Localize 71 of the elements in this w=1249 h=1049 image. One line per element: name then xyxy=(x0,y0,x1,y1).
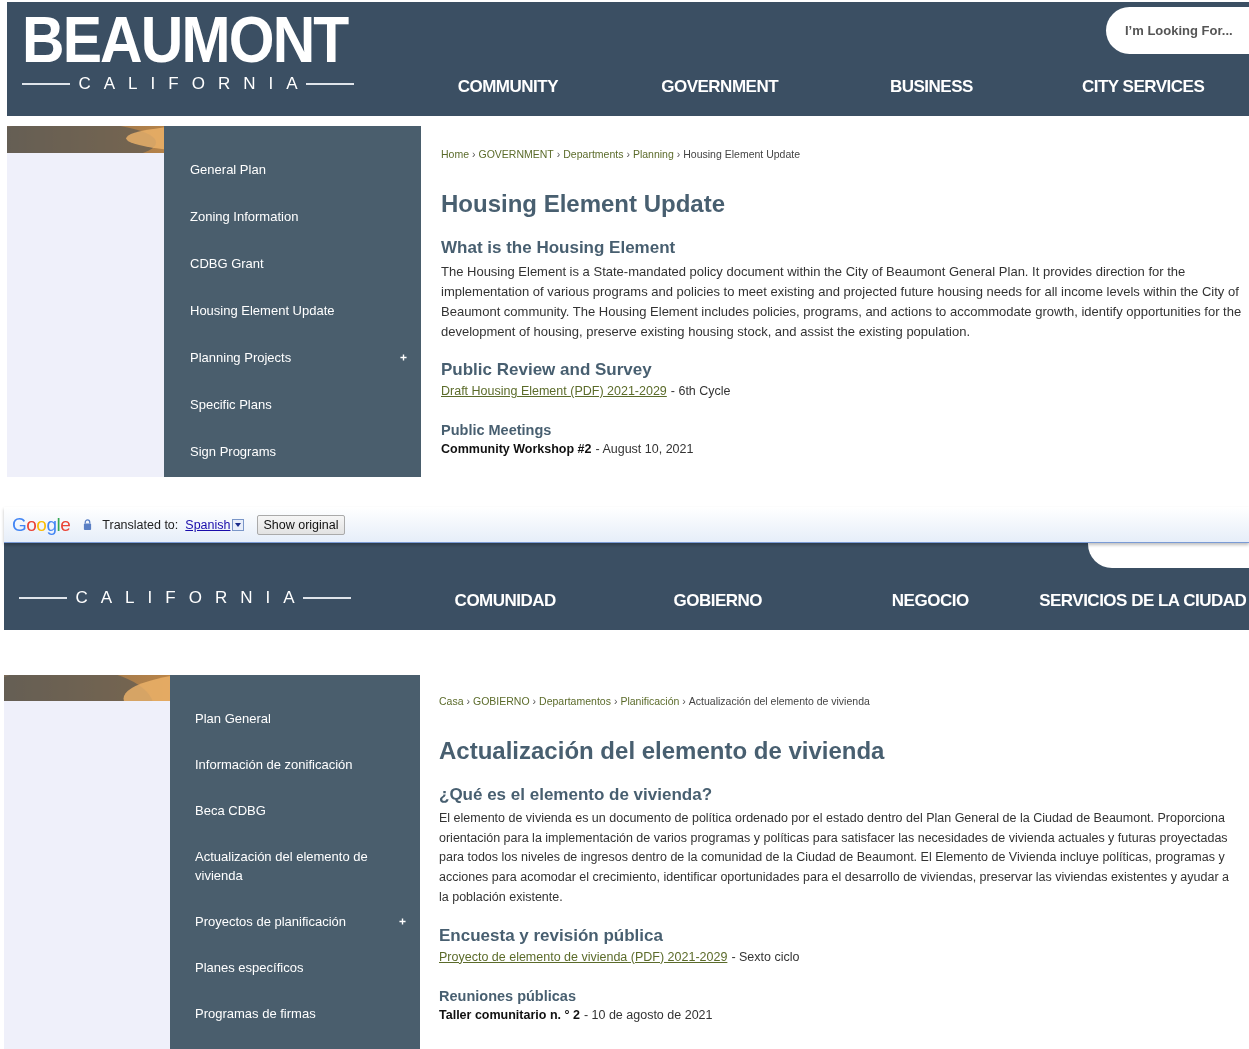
plus-icon xyxy=(399,918,406,925)
nav-link[interactable]: GOVERNMENT xyxy=(661,77,779,97)
search-field[interactable]: I’m Looking For... xyxy=(1106,7,1249,54)
lock-icon xyxy=(83,519,93,530)
breadcrumb-link[interactable]: GOBIERNO xyxy=(473,695,530,707)
event-name: Taller comunitario n. ° 2 xyxy=(439,1007,580,1022)
sidebar-item[interactable]: Información de zonificación xyxy=(195,755,406,774)
breadcrumb-link[interactable]: Departamentos xyxy=(539,695,611,707)
event-name: Community Workshop #2 xyxy=(441,442,592,456)
breadcrumb-link[interactable]: Planificación xyxy=(620,695,680,707)
breadcrumb-separator: › xyxy=(682,695,686,707)
nav-link[interactable]: BUSINESS xyxy=(889,77,973,97)
breadcrumb-separator: › xyxy=(613,695,618,707)
sidebar-item[interactable]: Planes específicos xyxy=(195,958,406,977)
sidebar-item[interactable]: Beca CDBG xyxy=(195,801,406,820)
document-link[interactable]: Draft Housing Element (PDF) 2021-2029 xyxy=(441,384,667,398)
sidebar-item[interactable]: Programas de firmas xyxy=(195,1004,406,1023)
page-title: Actualización del elemento de vivienda xyxy=(439,737,886,765)
breadcrumb-link[interactable]: Casa xyxy=(439,695,464,707)
logo-title: BEAUMONT xyxy=(22,8,349,72)
section-heading: Public Review and Survey xyxy=(441,360,653,380)
paragraph: The Housing Element is a State-mandated policy document within the City of Beaumont General Plan. It provides direction for the implementation of various programs and policies to meet existing and projected future housing needs for all income levels within the City of Beaumont community. The Housing Element includes policies, programs, and actions to accommodate growth, identify opportunities for the development of housing, preserve existing housing stock, and assist the existing population. xyxy=(441,263,1243,341)
language-link[interactable]: Spanish xyxy=(185,517,231,532)
subsection-heading: Public Meetings xyxy=(441,422,553,438)
nav-link[interactable]: COMUNIDAD xyxy=(454,591,556,611)
search-field[interactable] xyxy=(1088,543,1249,568)
breadcrumb-separator: › xyxy=(676,148,681,160)
nav-link[interactable]: NEGOCIO xyxy=(891,591,969,611)
subsection-heading: Reuniones públicas xyxy=(439,987,577,1004)
section-heading: Encuesta y revisión pública xyxy=(439,925,664,946)
breadcrumb-separator: › xyxy=(466,695,470,707)
breadcrumb-separator: › xyxy=(626,148,630,160)
breadcrumb-current: Actualización del elemento de vivienda xyxy=(688,695,870,707)
paragraph: El elemento de vivienda es un documento de política ordenado por el estado dentro del Plan General de la Ciudad de Beaumont. Proporciona orientación para la implementación de varios programas y políticas para satisfacer las necesidades de vivienda actuales y futuras proyectadas para todos los niveles de ingresos dentro de la comunidad de la Ciudad de Beaumont. El Elemento de Vivienda incluye políticas, programas y acciones para acomodar el crecimiento, identificar oportunidades para el desarrollo de viviendas, preservar las viviendas existentes y ayudar a la población existente. xyxy=(439,810,1230,906)
translate-label: Translated to: xyxy=(102,517,179,532)
event-date: - 10 de agosto de 2021 xyxy=(583,1007,713,1022)
breadcrumb-current: Housing Element Update xyxy=(683,148,800,160)
sidebar-item[interactable]: Specific Plans xyxy=(190,395,407,414)
breadcrumb-separator: › xyxy=(556,148,561,160)
event-date: - August 10, 2021 xyxy=(595,442,694,456)
logo-subtitle: CALIFORNIA xyxy=(78,74,311,94)
page-title: Housing Element Update xyxy=(441,190,727,218)
breadcrumb-link[interactable]: Departments xyxy=(563,148,624,160)
sidebar-item[interactable]: Zoning Information xyxy=(190,207,407,226)
document-link[interactable]: Proyecto de elemento de vivienda (PDF) 2021-2029 xyxy=(439,949,728,964)
link-note: - Sexto ciclo xyxy=(731,949,800,964)
breadcrumb-link[interactable]: Planning xyxy=(632,148,674,160)
google-logo: Google xyxy=(12,513,71,536)
sidebar-item[interactable]: Planning Projects xyxy=(190,348,407,367)
logo-subtitle: CALIFORNIA xyxy=(75,588,308,608)
sidebar-item[interactable]: Housing Element Update xyxy=(190,301,407,320)
link-note: - 6th Cycle xyxy=(670,384,731,398)
nav-link[interactable]: CITY SERVICES xyxy=(1081,77,1205,97)
sidebar-item[interactable]: Plan General xyxy=(195,709,406,728)
sidebar-item[interactable]: Proyectos de planificación xyxy=(195,912,406,931)
sidebar-item[interactable]: CDBG Grant xyxy=(190,254,407,273)
nav-link[interactable]: COMMUNITY xyxy=(457,77,559,97)
sidebar-item[interactable]: General Plan xyxy=(190,160,407,179)
breadcrumb-link[interactable]: GOVERNMENT xyxy=(478,148,554,160)
show-original-button[interactable]: Show original xyxy=(257,514,345,535)
breadcrumb-link[interactable]: Home xyxy=(441,148,469,160)
section-heading: What is the Housing Element xyxy=(441,238,677,258)
sidebar-item[interactable]: Sign Programs xyxy=(190,442,407,461)
nav-link[interactable]: GOBIERNO xyxy=(673,591,763,611)
section-heading: ¿Qué es el elemento de vivienda? xyxy=(439,785,714,805)
breadcrumb-separator: › xyxy=(472,148,476,160)
nav-link[interactable]: SERVICIOS DE LA CIUDAD xyxy=(1039,591,1247,611)
sidebar-item[interactable]: Actualización del elemento de vivienda xyxy=(195,847,406,885)
plus-icon xyxy=(400,354,407,361)
breadcrumb-separator: › xyxy=(532,695,537,707)
dropdown-icon xyxy=(232,518,245,531)
